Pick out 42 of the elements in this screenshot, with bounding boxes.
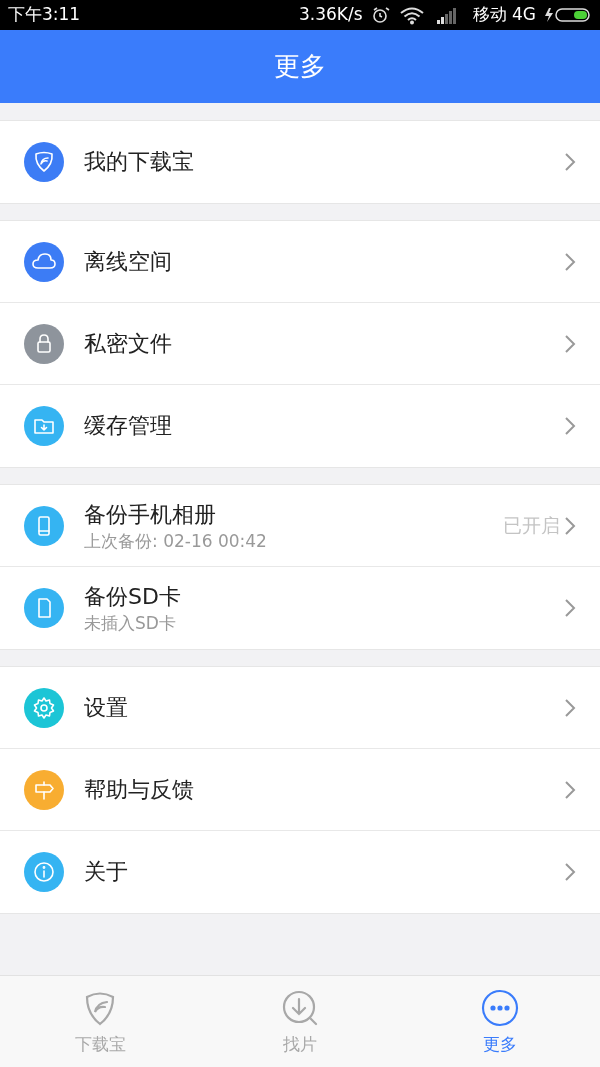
item-subtitle: 上次备份: 02-16 00:42 (84, 529, 268, 552)
item-label: 关于 (84, 858, 129, 886)
chevron-icon (564, 251, 576, 272)
charging-icon (545, 8, 553, 22)
battery-icon (555, 8, 590, 22)
tab[interactable]: 更多 (400, 976, 600, 1067)
chevron-icon (564, 598, 576, 618)
menu-item[interactable]: 关于 (0, 831, 600, 913)
item-label: 帮助与反馈 (84, 775, 195, 804)
menu-item[interactable]: 帮助与反馈 (0, 749, 600, 831)
chevron-icon (564, 779, 576, 800)
download-search-icon (280, 988, 320, 1028)
menu-item[interactable]: 私密文件 (0, 303, 600, 385)
item-label: 备份SD卡 (84, 583, 182, 611)
chevron-icon (564, 416, 576, 436)
wifi-icon (399, 7, 424, 25)
menu-item[interactable]: 缓存管理 (0, 385, 600, 467)
status-value: 已开启 (503, 513, 560, 539)
chevron-icon (564, 152, 576, 172)
alarm-icon (372, 7, 390, 23)
item-subtitle: 未插入SD卡 (84, 612, 177, 634)
item-label: 备份手机相册 (84, 500, 217, 529)
more-icon (480, 988, 520, 1028)
network-speed: 3.36K/s (299, 3, 363, 27)
menu-item[interactable]: 离线空间 (0, 221, 600, 303)
page-title: 更多 (274, 50, 326, 83)
carrier-label: 移动 4G (472, 3, 536, 27)
chevron-icon (564, 862, 576, 882)
item-label: 离线空间 (84, 247, 173, 276)
signal-icon (436, 8, 456, 24)
item-label: 私密文件 (84, 329, 173, 358)
status-time: 下午3:11 (8, 3, 81, 27)
item-label: 缓存管理 (84, 412, 173, 440)
menu-item[interactable]: 备份SD卡 未插入SD卡 (0, 567, 600, 649)
menu-item[interactable]: 备份手机相册 上次备份: 02-16 00:42 已开启 (0, 485, 600, 567)
item-label: 我的下载宝 (84, 148, 195, 176)
chevron-icon (564, 515, 576, 536)
chevron-icon (564, 697, 576, 718)
menu-item[interactable]: 我的下载宝 (0, 121, 600, 203)
item-label: 设置 (84, 693, 129, 722)
menu-item[interactable]: 设置 (0, 667, 600, 749)
chevron-icon (564, 333, 576, 354)
